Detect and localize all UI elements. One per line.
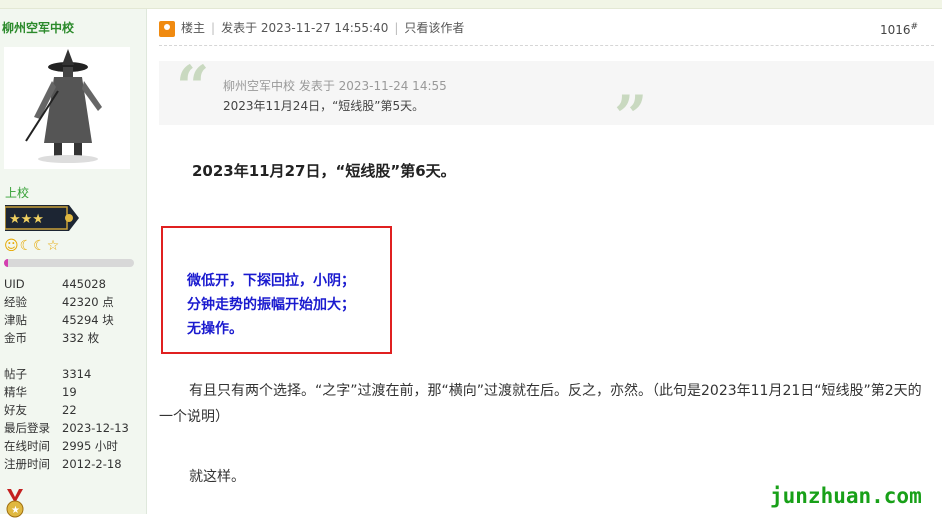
rank-insignia-icon: ★★★ <box>4 205 79 231</box>
moon-icon: ☾ <box>33 238 47 254</box>
highlight-box: 微低开，下探回拉，小阴； 分钟走势的振幅开始加大； 无操作。 <box>161 226 392 354</box>
stat-row: 津贴 45294 块 <box>4 313 114 327</box>
post-title: 2023年11月27日，“短线股”第6天。 <box>192 162 456 180</box>
author-stats: UID 445028 经验 42320 点 津贴 45294 块 金币 332 枚 帖子… <box>4 275 140 473</box>
svg-text:★★★: ★★★ <box>9 212 44 227</box>
quote-block: “ 柳州空军中校 发表于 2023-11-24 14:55 2023年11月24… <box>159 53 934 151</box>
poster-icon <box>159 20 175 37</box>
level-progress-bar <box>4 259 134 267</box>
watermark: junzhuan.com <box>770 484 922 508</box>
moon-icon: ☾ <box>19 238 34 254</box>
author-name[interactable]: 柳州空军中校 <box>2 19 74 36</box>
only-author-link[interactable]: 只看该作者 <box>404 21 464 35</box>
post-time: 发表于 2023-11-27 14:55:40 <box>221 21 389 35</box>
stat-row: 金币 332 枚 <box>4 331 100 345</box>
stat-row: 在线时间 2995 小时 <box>4 439 118 453</box>
post-header: 楼主 | 发表于 2023-11-27 14:55:40 | 只看该作者 <box>159 18 464 38</box>
post-paragraph: 有且只有两个选择。“之字”过渡在前，那“横向”过渡就在后。反之，亦然。（此句是2… <box>159 383 922 425</box>
author-sidebar: 柳州空军中校 上校 ★★★ ☺☾☾☆ UID 445028 经验 42320 点… <box>0 9 147 518</box>
avatar[interactable] <box>4 47 130 169</box>
level-progress-fill <box>4 259 8 267</box>
box-line: 无操作。 <box>187 321 243 337</box>
stat-row: 最后登录 2023-12-13 <box>4 421 129 435</box>
top-strip <box>0 0 942 9</box>
medal-icon[interactable]: ★ <box>4 489 26 519</box>
floor-number[interactable]: 1016# <box>880 22 918 37</box>
stat-row: UID 445028 <box>4 277 106 291</box>
quote-text: 2023年11月24日，“短线股”第5天。 <box>223 99 425 113</box>
quote-meta: 柳州空军中校 发表于 2023-11-24 14:55 <box>223 79 447 93</box>
quote-open-icon: “ <box>176 53 210 121</box>
header-divider <box>159 45 934 46</box>
star-icon: ☆ <box>46 238 61 254</box>
stat-row: 帖子 3314 <box>4 367 92 381</box>
box-line: 分钟走势的振幅开始加大； <box>187 297 355 313</box>
stat-row: 经验 42320 点 <box>4 295 114 309</box>
svg-text:★: ★ <box>11 505 20 516</box>
rank-label: 上校 <box>5 186 30 200</box>
sun-icon: ☺ <box>4 238 20 254</box>
level-icons: ☺☾☾☆ <box>4 238 60 254</box>
stat-row: 精华 19 <box>4 385 77 399</box>
quote-close-icon: ” <box>614 83 648 151</box>
stat-row: 好友 22 <box>4 403 77 417</box>
post-role: 楼主 <box>181 21 206 35</box>
box-line: 微低开，下探回拉，小阴； <box>187 273 355 289</box>
stat-row: 注册时间 2012-2-18 <box>4 457 122 471</box>
post-ending: 就这样。 <box>189 469 245 485</box>
